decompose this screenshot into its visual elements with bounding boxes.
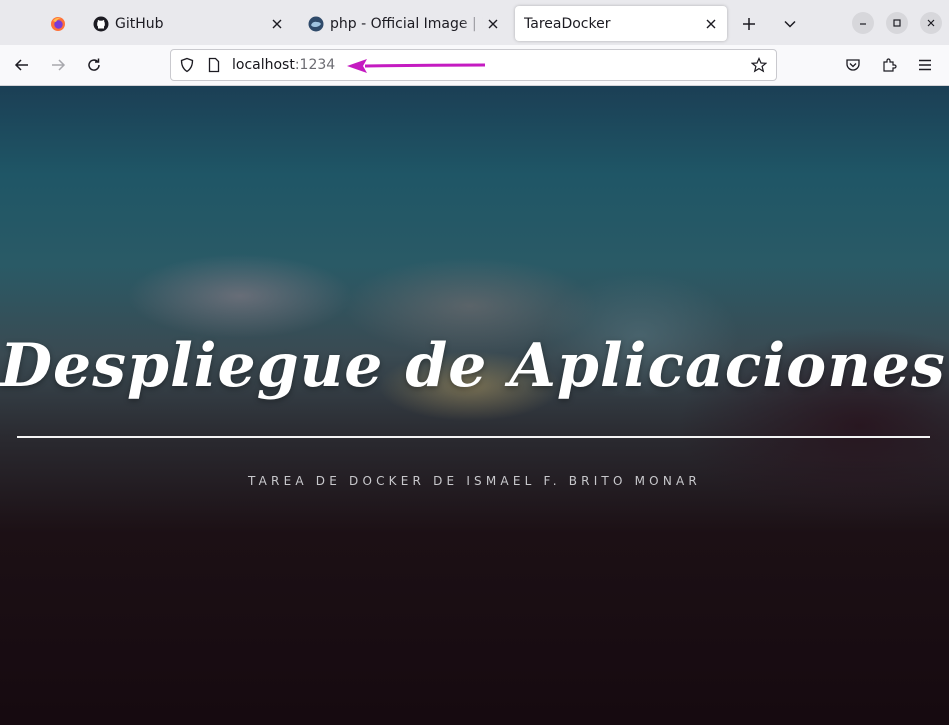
url-port: :1234 [294, 57, 336, 73]
hero-section: Despliegue de Aplicaciones Web TAREA DE … [0, 86, 949, 725]
tab-firefox-view[interactable] [38, 6, 78, 41]
hamburger-menu-icon[interactable] [913, 53, 937, 77]
forward-arrow-icon[interactable] [46, 53, 70, 77]
back-arrow-icon[interactable] [10, 53, 34, 77]
new-tab-plus-icon[interactable] [737, 12, 761, 36]
close-window-icon[interactable] [920, 12, 942, 34]
close-tab-icon[interactable] [701, 14, 721, 34]
url-text[interactable]: localhost:1234 [232, 57, 335, 73]
tracking-protection-shield-icon[interactable] [178, 56, 196, 74]
github-icon [93, 16, 109, 32]
tab-title-tareadocker: TareaDocker [524, 15, 611, 32]
docker-icon [308, 16, 324, 32]
tab-php-official-image[interactable]: php - Official Image | Do [299, 6, 509, 41]
page-title: Despliegue de Aplicaciones Web [0, 331, 949, 401]
bookmark-star-icon[interactable] [750, 56, 768, 74]
tab-tareadocker[interactable]: TareaDocker [515, 6, 727, 41]
page-info-icon[interactable] [205, 56, 223, 74]
close-tab-icon[interactable] [483, 14, 503, 34]
list-all-tabs-chevron-icon[interactable] [778, 12, 802, 36]
title-divider [17, 436, 930, 438]
annotation-arrow [347, 59, 486, 73]
page-subtitle: TAREA DE DOCKER DE ISMAEL F. BRITO MONAR [248, 474, 701, 488]
firefox-icon [50, 16, 66, 32]
url-host: localhost [232, 57, 295, 73]
maximize-window-icon[interactable] [886, 12, 908, 34]
close-tab-icon[interactable] [267, 14, 287, 34]
reload-icon[interactable] [82, 53, 106, 77]
tab-github[interactable]: GitHub [83, 6, 293, 41]
extensions-puzzle-icon[interactable] [877, 53, 901, 77]
pocket-icon[interactable] [841, 53, 865, 77]
tab-strip: GitHub php - Official Image | Do TareaDo… [0, 0, 949, 45]
minimize-window-icon[interactable] [852, 12, 874, 34]
tab-title-php: php - Official Image | Do [330, 15, 483, 32]
tab-title-github: GitHub [115, 15, 164, 32]
